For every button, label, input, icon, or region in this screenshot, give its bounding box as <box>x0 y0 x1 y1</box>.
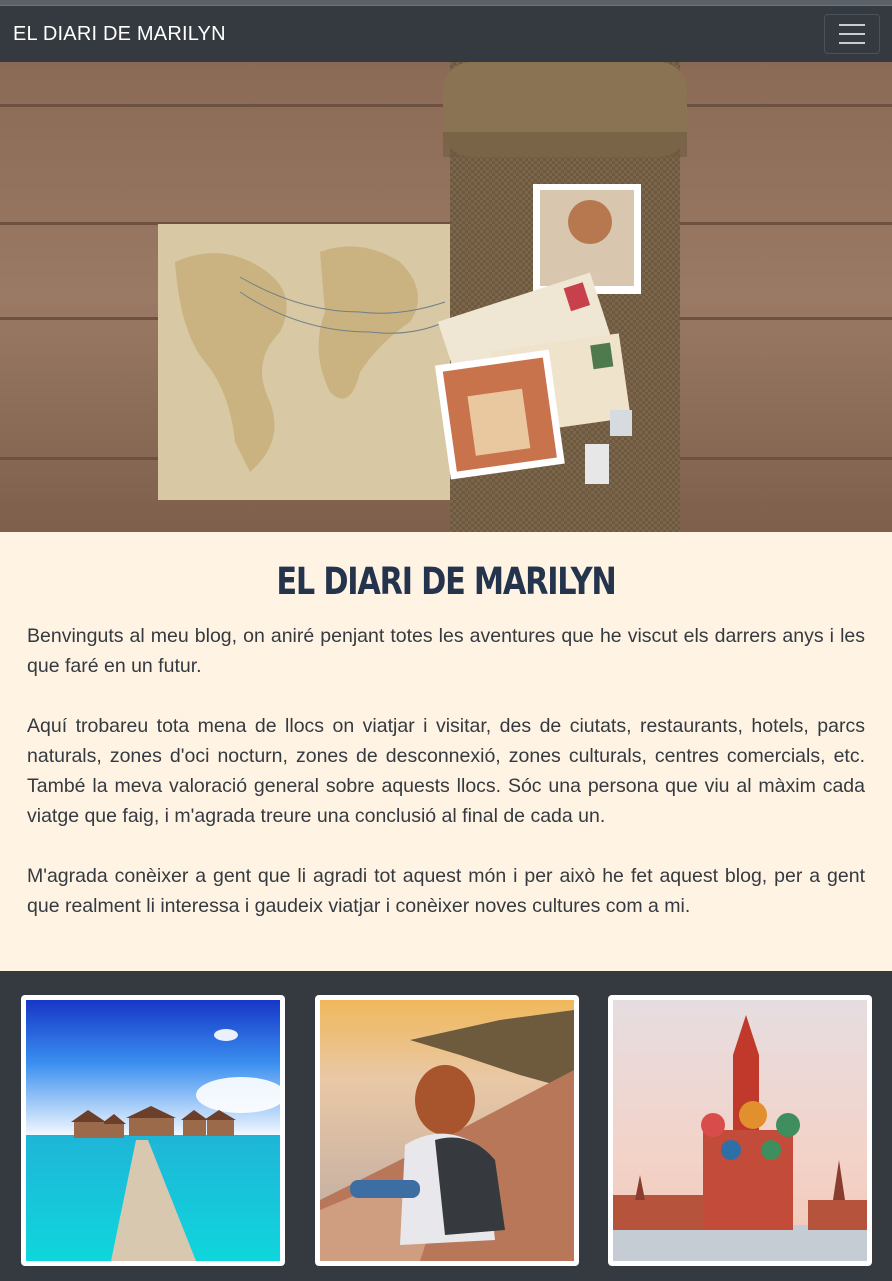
intro-title: EL DIARI DE MARILYN <box>276 560 616 603</box>
moscow-photo <box>613 1000 867 1261</box>
intro-paragraph-3: M'agrada conèixer a gent que li agradi t… <box>27 865 865 917</box>
navbar: EL DIARI DE MARILYN <box>0 5 892 62</box>
cliff-sunset-photo <box>319 1000 574 1261</box>
navbar-brand[interactable]: EL DIARI DE MARILYN <box>13 23 226 46</box>
hamburger-icon[interactable] <box>824 14 880 54</box>
intro-section: EL DIARI DE MARILYN Benvinguts al meu bl… <box>0 532 892 971</box>
intro-paragraph-1: Benvinguts al meu blog, on aniré penjant… <box>27 625 865 677</box>
gallery-card-maldives[interactable] <box>21 995 285 1266</box>
hero-image <box>0 62 892 532</box>
maldives-photo <box>26 1000 280 1261</box>
intro-paragraph-2: Aquí trobareu tota mena de llocs on viat… <box>27 715 865 827</box>
photo-gallery <box>0 971 892 1266</box>
gallery-card-cliff-sunset[interactable] <box>314 995 579 1266</box>
gallery-card-moscow[interactable] <box>608 995 872 1266</box>
